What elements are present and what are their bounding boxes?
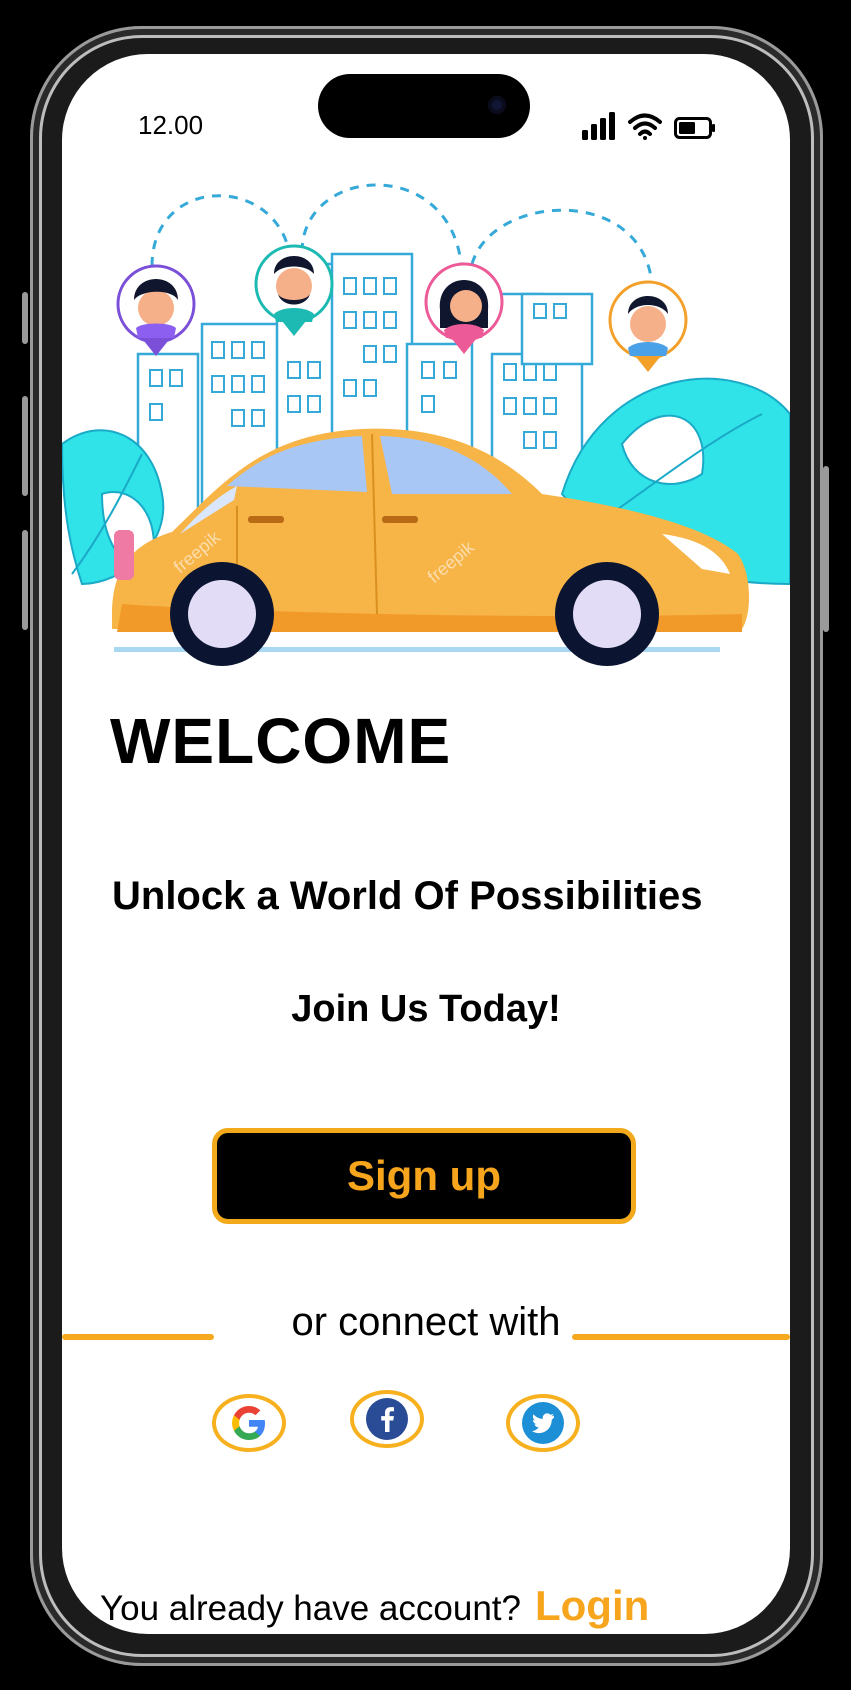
divider-right — [572, 1334, 790, 1340]
login-link[interactable]: Login — [535, 1582, 649, 1630]
passenger-pin-4 — [608, 280, 688, 372]
welcome-title: WELCOME — [110, 705, 452, 777]
google-login-button[interactable] — [212, 1394, 286, 1452]
front-camera-icon — [488, 96, 506, 114]
google-icon — [232, 1406, 265, 1440]
join-text: Join Us Today! — [291, 988, 561, 1030]
facebook-login-button[interactable] — [350, 1390, 424, 1448]
twitter-icon — [522, 1402, 564, 1444]
passenger-pin-1 — [116, 264, 196, 356]
power-button — [823, 466, 829, 632]
tagline-text: Unlock a World Of Possibilities — [112, 874, 703, 918]
signup-button[interactable]: Sign up — [212, 1128, 636, 1224]
app-screen: 12.00 freepik freepik WELCOME Unlock a W… — [62, 54, 790, 1634]
account-question: You already have account? — [100, 1589, 521, 1628]
hero-illustration: freepik freepik — [62, 183, 790, 666]
twitter-login-button[interactable] — [506, 1394, 580, 1452]
login-row: You already have account? Login — [100, 1582, 649, 1630]
volume-down-button — [22, 530, 28, 630]
volume-up-button — [22, 396, 28, 496]
facebook-icon — [366, 1398, 408, 1440]
action-button — [22, 292, 28, 344]
